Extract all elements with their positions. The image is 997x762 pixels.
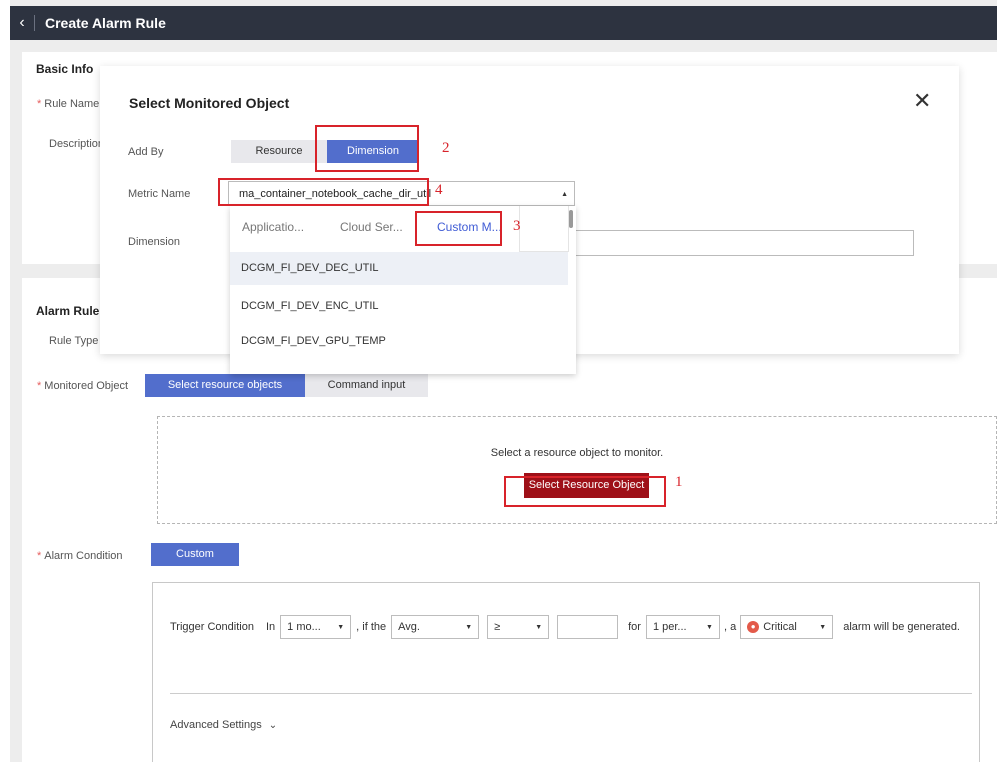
chevron-down-icon: ▼ bbox=[465, 623, 473, 631]
statistic-value: Avg. bbox=[398, 621, 420, 633]
add-by-label: Add By bbox=[128, 146, 164, 158]
dropdown-scrollbar[interactable] bbox=[569, 210, 573, 228]
metric-category-tabs: Applicatio... Cloud Ser... Custom M... bbox=[230, 206, 576, 252]
a-text: , a bbox=[723, 621, 737, 633]
tab-command-input[interactable]: Command input bbox=[305, 374, 428, 397]
statistic-select[interactable]: Avg. ▼ bbox=[391, 615, 480, 639]
add-by-resource-button[interactable]: Resource bbox=[231, 140, 327, 163]
chevron-down-icon: ▼ bbox=[819, 623, 827, 631]
severity-value: Critical bbox=[763, 621, 797, 633]
resource-object-hint: Select a resource object to monitor. bbox=[490, 447, 664, 459]
highlight-box-3 bbox=[415, 211, 502, 246]
chevron-down-icon: ⌄ bbox=[268, 720, 278, 731]
top-bar: ‹ Create Alarm Rule bbox=[10, 6, 997, 40]
trigger-condition-label: Trigger Condition bbox=[170, 621, 254, 633]
alarm-generated-text: alarm will be generated. bbox=[843, 621, 960, 633]
consecutive-periods-value: 1 per... bbox=[652, 621, 687, 633]
alarm-rule-title: Alarm Rule bbox=[36, 304, 100, 318]
metric-dropdown: Applicatio... Cloud Ser... Custom M... D… bbox=[230, 206, 576, 374]
consecutive-periods-select[interactable]: 1 per... ▼ bbox=[645, 615, 720, 639]
annotation-1: 1 bbox=[675, 474, 683, 490]
chevron-down-icon: ▼ bbox=[706, 623, 713, 631]
tab-application[interactable]: Applicatio... bbox=[242, 220, 304, 234]
for-text: for bbox=[628, 621, 641, 633]
close-icon[interactable]: ✕ bbox=[913, 90, 931, 112]
tab-select-resource-objects[interactable]: Select resource objects bbox=[145, 374, 305, 397]
chevron-down-icon: ▼ bbox=[337, 623, 345, 631]
threshold-input[interactable] bbox=[557, 615, 619, 639]
chevron-left-icon[interactable]: ‹ bbox=[10, 14, 34, 32]
highlight-box-1 bbox=[504, 476, 666, 507]
rule-name-label-text: Rule Name bbox=[44, 98, 100, 110]
dropdown-scroll-area bbox=[519, 206, 569, 252]
monitored-object-label-text: Monitored Object bbox=[44, 380, 129, 392]
caret-up-icon: ▲ bbox=[561, 191, 568, 198]
rule-type-label: Rule Type bbox=[49, 335, 99, 347]
list-item[interactable]: DCGM_FI_DEV_DEC_UTIL bbox=[230, 252, 568, 285]
operator-value: ≥ bbox=[494, 621, 501, 633]
metric-name-label: Metric Name bbox=[128, 188, 191, 200]
description-label: Description bbox=[49, 138, 105, 150]
condition-divider bbox=[170, 693, 972, 694]
rule-name-label: * Rule Name bbox=[37, 98, 100, 110]
alarm-condition-label-text: Alarm Condition bbox=[44, 550, 123, 562]
list-item[interactable]: DCGM_FI_DEV_ENC_UTIL bbox=[230, 290, 568, 323]
operator-select[interactable]: ≥ ▼ bbox=[487, 615, 550, 639]
monitored-object-toggle: Select resource objects Command input bbox=[145, 374, 428, 397]
annotation-3: 3 bbox=[513, 218, 521, 234]
custom-mode-button[interactable]: Custom bbox=[151, 543, 239, 566]
in-text: In bbox=[265, 621, 276, 633]
alarm-condition-label: * Alarm Condition bbox=[37, 550, 123, 562]
chevron-down-icon: ▼ bbox=[535, 623, 543, 631]
basic-info-title: Basic Info bbox=[36, 62, 94, 76]
monitored-object-label: * Monitored Object bbox=[37, 380, 129, 392]
dimension-label: Dimension bbox=[128, 236, 180, 248]
trigger-condition-row: Trigger Condition In 1 mo... ▼ , if the A… bbox=[170, 615, 965, 639]
period-value: 1 mo... bbox=[287, 621, 321, 633]
annotation-2: 2 bbox=[442, 140, 450, 156]
severity-select[interactable]: ● Critical ▼ bbox=[740, 615, 834, 639]
header-divider bbox=[34, 15, 35, 31]
tab-cloud-service[interactable]: Cloud Ser... bbox=[340, 220, 403, 234]
page-viewport: ‹ Create Alarm Rule Basic Info * Rule Nam… bbox=[10, 0, 997, 762]
page-title: Create Alarm Rule bbox=[45, 15, 166, 31]
list-item[interactable]: DCGM_FI_DEV_GPU_TEMP bbox=[230, 325, 568, 358]
advanced-settings-toggle[interactable]: Advanced Settings ⌄ bbox=[170, 719, 277, 731]
highlight-box-4 bbox=[218, 178, 429, 206]
highlight-box-2 bbox=[315, 125, 419, 172]
resource-object-area: Select a resource object to monitor. Sel… bbox=[157, 416, 997, 524]
advanced-settings-label: Advanced Settings bbox=[170, 719, 262, 731]
period-select[interactable]: 1 mo... ▼ bbox=[280, 615, 352, 639]
critical-icon: ● bbox=[747, 621, 760, 633]
annotation-4: 4 bbox=[435, 182, 443, 198]
dimension-select[interactable] bbox=[575, 230, 914, 256]
alarm-condition-mode: Custom bbox=[151, 543, 239, 566]
dialog-title: Select Monitored Object bbox=[129, 95, 290, 111]
trigger-condition-box: Trigger Condition In 1 mo... ▼ , if the A… bbox=[152, 582, 980, 762]
if-text: , if the bbox=[356, 621, 387, 633]
